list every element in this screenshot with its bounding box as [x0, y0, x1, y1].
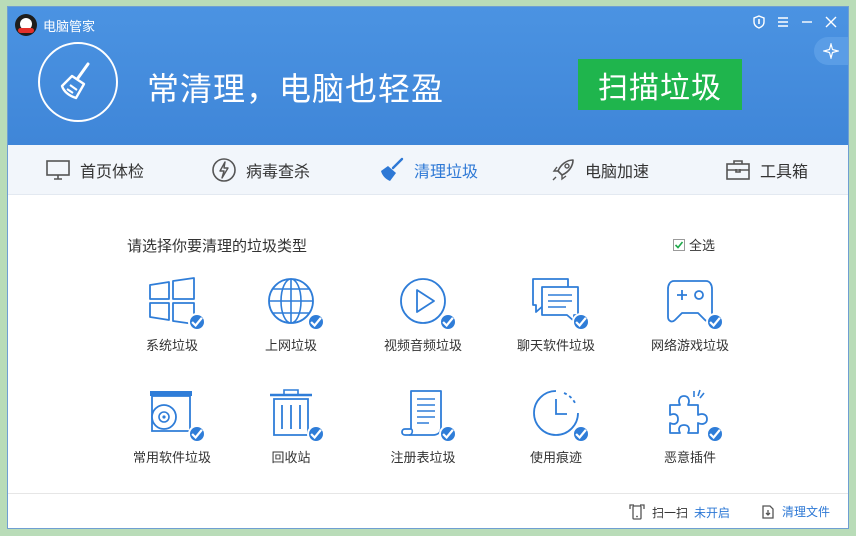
check-badge[interactable] — [572, 425, 590, 443]
tab-label: 首页体检 — [80, 162, 145, 181]
scan-status[interactable]: 未开启 — [694, 504, 730, 521]
clean-files-label: 清理文件 — [782, 505, 831, 519]
tile-video-audio-junk[interactable]: 视频音频垃圾 — [363, 275, 483, 365]
check-badge[interactable] — [706, 425, 724, 443]
footer-bar: 扫一扫 未开启 清理文件 — [8, 493, 848, 528]
scan-label: 扫一扫 — [652, 505, 689, 520]
scan-qr-toggle[interactable]: 扫一扫 未开启 — [628, 503, 730, 521]
tile-label: 回收站 — [271, 451, 311, 466]
tab-virus-scan[interactable]: 病毒查杀 — [210, 145, 310, 195]
tile-label: 系统垃圾 — [145, 339, 198, 354]
check-badge[interactable] — [188, 313, 206, 331]
toolbox-icon — [726, 160, 750, 180]
scan-junk-button[interactable]: 扫描垃圾 — [578, 59, 742, 110]
tile-recycle-bin[interactable]: 回收站 — [231, 387, 351, 477]
tile-label: 注册表垃圾 — [390, 451, 456, 466]
tile-label: 常用软件垃圾 — [132, 451, 211, 466]
tile-system-junk[interactable]: 系统垃圾 — [112, 275, 232, 365]
tab-label: 工具箱 — [760, 162, 809, 181]
broom-icon — [60, 62, 90, 100]
app-title: 电脑管家 — [43, 20, 96, 35]
tile-malicious-plugins[interactable]: 恶意插件 — [630, 387, 750, 477]
window-controls — [750, 13, 840, 31]
tile-label: 恶意插件 — [663, 451, 716, 466]
prompt-text: 请选择你要清理的垃圾类型 — [127, 237, 308, 255]
tile-internet-junk[interactable]: 上网垃圾 — [231, 275, 351, 365]
file-download-icon — [762, 504, 774, 519]
broom-icon — [381, 157, 404, 181]
tab-home-check[interactable]: 首页体检 — [44, 145, 144, 195]
tab-label: 电脑加速 — [585, 162, 650, 181]
tile-online-game-junk[interactable]: 网络游戏垃圾 — [630, 275, 750, 365]
tile-registry-junk[interactable]: 注册表垃圾 — [363, 387, 483, 477]
check-badge[interactable] — [188, 425, 206, 443]
monitor-icon — [46, 160, 70, 180]
headline: 常清理，电脑也轻盈 — [147, 70, 445, 108]
rocket-icon — [552, 159, 574, 181]
lightning-icon — [212, 158, 236, 182]
minimize-icon[interactable] — [798, 13, 816, 31]
select-all-label: 全选 — [689, 239, 716, 254]
menu-icon[interactable] — [774, 13, 792, 31]
select-all-checkbox[interactable]: 全选 — [673, 235, 715, 254]
tab-clean-junk[interactable]: 清理垃圾 — [378, 145, 478, 195]
check-badge[interactable] — [706, 313, 724, 331]
tile-usage-traces[interactable]: 使用痕迹 — [496, 387, 616, 477]
app-window: 电脑管家 常清理，电脑也轻盈 扫描垃圾 首页体检 病毒查杀 清理垃圾 电脑加速 … — [7, 6, 849, 529]
tile-chat-software-junk[interactable]: 聊天软件垃圾 — [496, 275, 616, 365]
tab-label: 清理垃圾 — [414, 162, 479, 181]
sparkle-icon — [823, 43, 839, 59]
checkmark-icon — [674, 240, 684, 249]
phone-scan-icon — [629, 504, 645, 520]
main-nav: 首页体检 病毒查杀 清理垃圾 电脑加速 工具箱 — [8, 145, 848, 195]
header-banner: 电脑管家 常清理，电脑也轻盈 扫描垃圾 — [8, 7, 848, 145]
qq-penguin-icon — [15, 14, 37, 36]
tab-toolbox[interactable]: 工具箱 — [724, 145, 808, 195]
tile-label: 上网垃圾 — [264, 339, 317, 354]
tab-label: 病毒查杀 — [246, 162, 311, 181]
check-badge[interactable] — [307, 425, 325, 443]
check-badge[interactable] — [439, 313, 457, 331]
clean-files-button[interactable]: 清理文件 — [760, 503, 830, 520]
tab-speed-up[interactable]: 电脑加速 — [549, 145, 649, 195]
tile-label: 网络游戏垃圾 — [650, 339, 729, 354]
close-icon[interactable] — [822, 13, 840, 31]
tile-label: 聊天软件垃圾 — [516, 339, 595, 354]
check-badge[interactable] — [439, 425, 457, 443]
tile-label: 使用痕迹 — [529, 451, 582, 466]
checkbox[interactable] — [673, 238, 685, 251]
shield-icon[interactable] — [750, 13, 768, 31]
check-badge[interactable] — [307, 313, 325, 331]
tile-common-software-junk[interactable]: 常用软件垃圾 — [112, 387, 232, 477]
tile-label: 视频音频垃圾 — [383, 339, 462, 354]
magic-wand-button[interactable] — [814, 37, 848, 65]
broom-logo — [38, 42, 118, 122]
check-badge[interactable] — [572, 313, 590, 331]
